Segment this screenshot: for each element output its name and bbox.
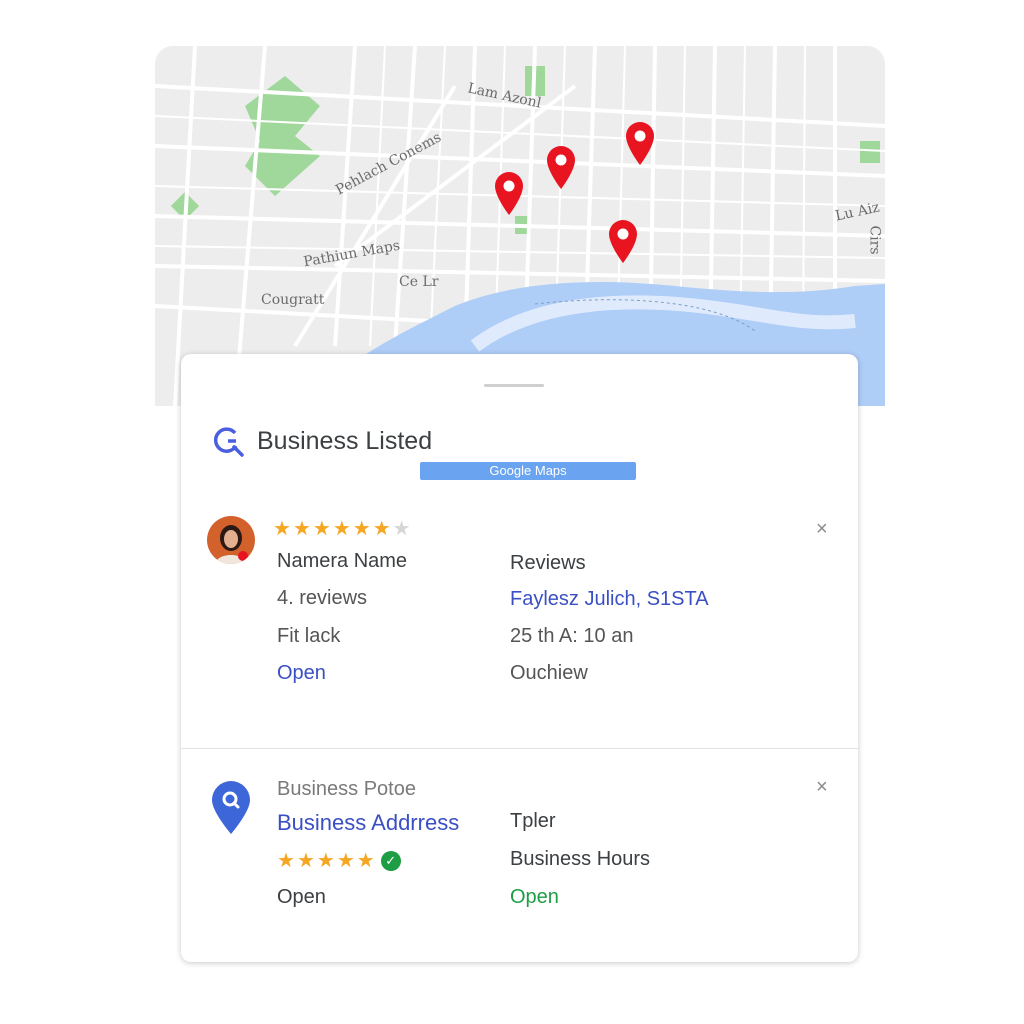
google-maps-badge: Google Maps [420, 462, 636, 480]
map-pin-icon[interactable] [544, 144, 578, 190]
star-icon: ★ [336, 850, 355, 872]
sheet-drag-handle[interactable] [484, 384, 544, 387]
google-search-icon [213, 427, 244, 457]
star-icon: ★ [312, 518, 331, 540]
listing-card[interactable]: × Business Potoe Business Addrress ★ ★ ★ ★ ★… [181, 750, 858, 962]
reviewer-link[interactable]: Faylesz Julich, S1STA [510, 588, 709, 611]
business-address-link[interactable]: Business Addrress [277, 810, 459, 836]
rating-stars: ★ ★ ★ ★ ★ ✓ [277, 848, 401, 873]
sheet-header: Business Listed [211, 424, 432, 458]
business-phone-label: Business Potoe [277, 778, 416, 800]
star-icon: ★ [296, 850, 315, 872]
star-icon: ★ [392, 518, 411, 540]
business-category: Fit lack [277, 625, 341, 647]
map-pin-icon[interactable] [492, 170, 526, 216]
verified-check-icon: ✓ [380, 850, 401, 871]
listing-card[interactable]: ★ ★ ★ ★ ★ ★ ★ × Namera Name 4. reviews Fit lac… [181, 504, 858, 749]
business-hours-label: Business Hours [510, 848, 651, 870]
star-icon: ★ [277, 850, 295, 872]
star-icon: ★ [332, 518, 351, 540]
divider [181, 748, 858, 749]
overview-link[interactable]: Ouchiew [510, 662, 588, 685]
map-label: Cougratt [261, 292, 325, 308]
star-icon: ★ [372, 518, 391, 540]
business-type: Tpler [510, 810, 556, 832]
map-label: Ce Lr [399, 274, 439, 290]
map-label: Cirs [866, 225, 883, 255]
hours-status-open: Open [510, 886, 559, 908]
map-view[interactable]: Lam Azonl Pehlach Conems Pathiun Maps Co… [155, 46, 885, 406]
page-title: Business Listed [257, 426, 433, 455]
status-open: Open [277, 662, 326, 684]
reviews-header: Reviews [510, 552, 586, 574]
business-hours: 25 th A: 10 an [510, 625, 634, 647]
close-icon[interactable]: × [816, 518, 828, 541]
business-listing-sheet: Business Listed Google Maps ★ ★ ★ ★ ★ ★ ★ × Na… [181, 354, 858, 962]
status-open: Open [277, 886, 326, 908]
map-pin-icon[interactable] [606, 218, 640, 264]
avatar [207, 516, 255, 564]
star-icon: ★ [352, 518, 371, 540]
location-pin-icon [212, 781, 250, 834]
close-icon[interactable]: × [816, 776, 828, 799]
map-pin-icon[interactable] [623, 120, 657, 166]
star-icon: ★ [273, 518, 291, 540]
rating-stars: ★ ★ ★ ★ ★ ★ ★ [273, 516, 411, 541]
business-name: Namera Name [277, 550, 408, 572]
star-icon: ★ [292, 518, 311, 540]
reviews-count[interactable]: 4. reviews [277, 587, 367, 610]
star-icon: ★ [316, 850, 335, 872]
star-icon: ★ [356, 850, 375, 872]
